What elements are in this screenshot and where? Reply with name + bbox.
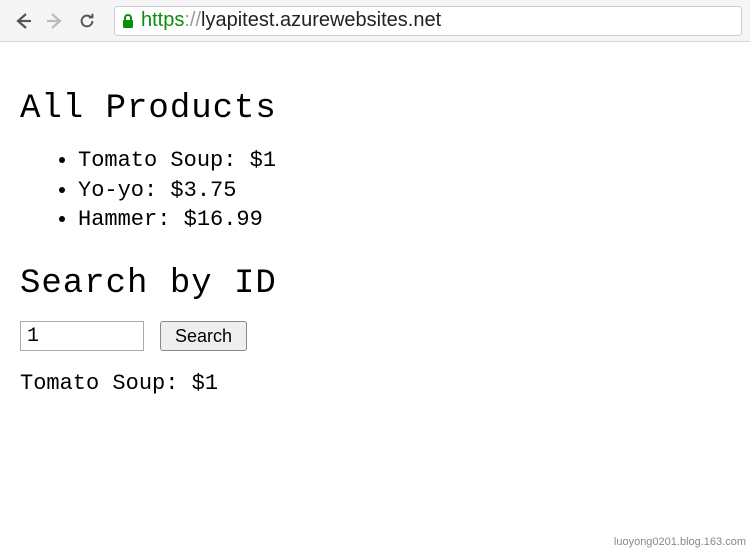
search-result: Tomato Soup: $1 (20, 371, 730, 396)
product-name: Yo-yo (78, 178, 144, 203)
search-button[interactable]: Search (160, 321, 247, 351)
watermark: luoyong0201.blog.163.com (614, 536, 746, 548)
product-price: $1 (250, 148, 276, 173)
heading-search-by-id: Search by ID (20, 265, 730, 303)
forward-button[interactable] (40, 6, 70, 36)
back-button[interactable] (8, 6, 38, 36)
reload-icon (78, 12, 96, 30)
result-price: $1 (192, 371, 218, 396)
url-host: lyapitest.azurewebsites.net (201, 9, 441, 32)
url-separator: :// (184, 9, 201, 32)
product-name: Hammer (78, 207, 157, 232)
arrow-left-icon (13, 11, 33, 31)
product-price: $3.75 (170, 178, 236, 203)
product-price: $16.99 (184, 207, 263, 232)
reload-button[interactable] (72, 6, 102, 36)
heading-all-products: All Products (20, 90, 730, 128)
search-row: Search (20, 321, 730, 351)
product-list: Tomato Soup: $1 Yo-yo: $3.75 Hammer: $16… (78, 146, 730, 235)
list-item: Hammer: $16.99 (78, 205, 730, 235)
browser-toolbar: https://lyapitest.azurewebsites.net (0, 0, 750, 42)
product-name: Tomato Soup (78, 148, 223, 173)
result-name: Tomato Soup (20, 371, 165, 396)
url-scheme: https (141, 9, 184, 32)
list-item: Tomato Soup: $1 (78, 146, 730, 176)
list-item: Yo-yo: $3.75 (78, 176, 730, 206)
arrow-right-icon (45, 11, 65, 31)
page-content: All Products Tomato Soup: $1 Yo-yo: $3.7… (0, 42, 750, 414)
address-bar[interactable]: https://lyapitest.azurewebsites.net (114, 6, 742, 36)
id-input[interactable] (20, 321, 144, 351)
lock-icon (121, 13, 135, 29)
